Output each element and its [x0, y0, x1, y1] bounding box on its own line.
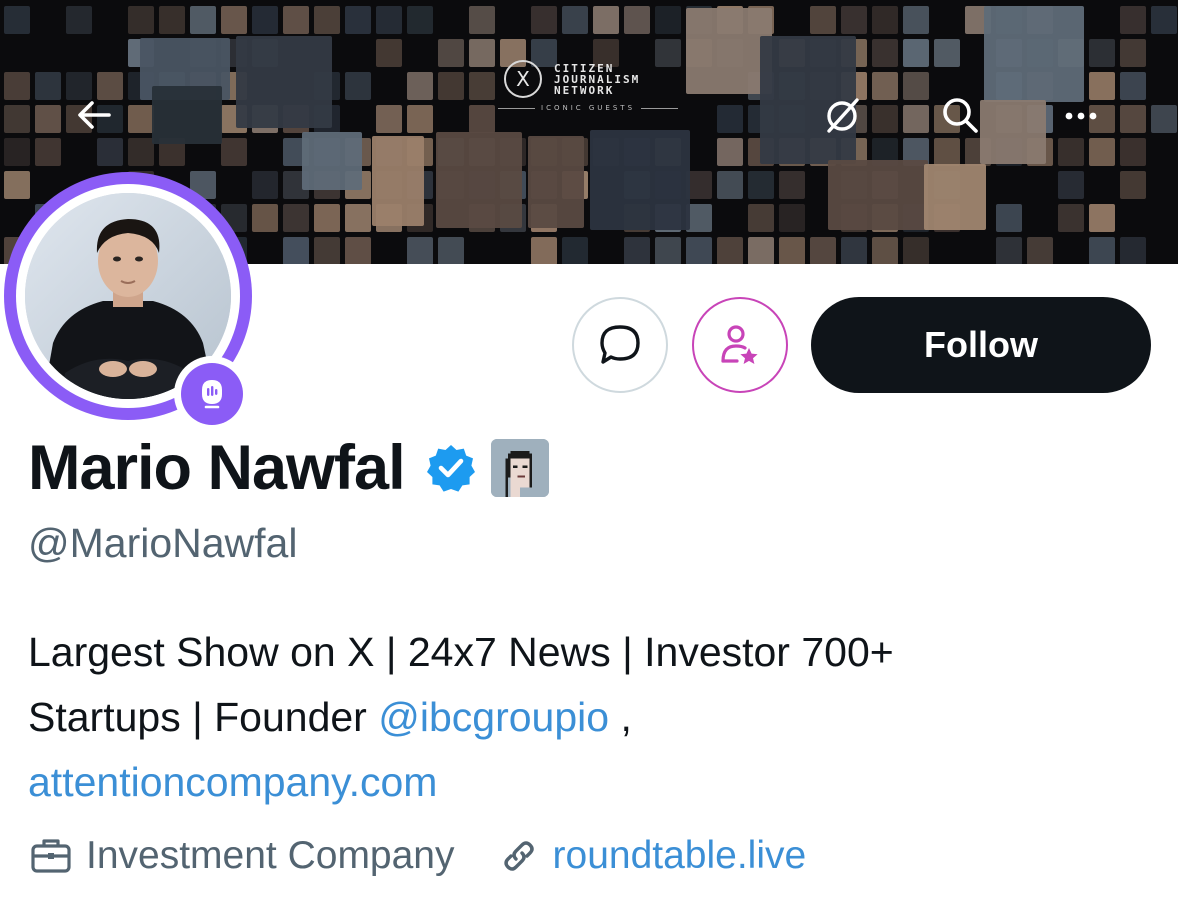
- back-button[interactable]: [70, 91, 118, 139]
- spaces-badge[interactable]: [174, 356, 250, 432]
- profile-name-row: Mario Nawfal: [28, 430, 549, 506]
- more-button[interactable]: [1057, 91, 1105, 139]
- microphone-icon: [202, 380, 222, 409]
- slashed-circle-icon: [827, 98, 859, 133]
- subscribe-button[interactable]: [692, 297, 788, 393]
- profile-website[interactable]: roundtable.live: [497, 834, 807, 878]
- grok-button[interactable]: [818, 91, 866, 139]
- message-button[interactable]: [572, 297, 668, 393]
- verified-badge-icon[interactable]: [425, 442, 477, 494]
- bio-mention-link[interactable]: @ibcgroupio: [378, 694, 609, 740]
- briefcase-icon: [31, 839, 71, 873]
- bio-line-3: attentioncompany.com: [28, 750, 1148, 815]
- display-name: Mario Nawfal: [28, 433, 406, 503]
- bio-line-1: Largest Show on X | 24x7 News | Investor…: [28, 629, 894, 675]
- category-label: Investment Company: [86, 834, 455, 877]
- message-bubble-icon: [600, 325, 640, 364]
- link-icon: [503, 841, 534, 871]
- search-icon: [943, 98, 978, 133]
- bio-website-link[interactable]: attentioncompany.com: [28, 759, 437, 805]
- network-logo-title: CITIZEN JOURNALISM NETWORK: [554, 62, 641, 97]
- search-button[interactable]: [936, 91, 984, 139]
- profile-bio: Largest Show on X | 24x7 News | Investor…: [28, 620, 1148, 815]
- profile-category: Investment Company: [28, 833, 455, 879]
- network-logo: X CITIZEN JOURNALISM NETWORK ICONIC GUES…: [498, 58, 679, 112]
- profile-handle: @MarioNawfal: [28, 520, 298, 566]
- arrow-left-icon: [78, 101, 111, 129]
- profile-meta-row: Investment Company roundtable.live: [28, 826, 806, 886]
- more-icon: [1065, 112, 1097, 120]
- pixel-avatar-icon[interactable]: [490, 439, 549, 497]
- follow-button[interactable]: Follow: [811, 297, 1151, 393]
- person-star-icon: [721, 325, 758, 364]
- bio-line-2: Startups | Founder @ibcgroupio ,: [28, 694, 632, 740]
- website-link[interactable]: roundtable.live: [553, 834, 807, 878]
- network-logo-subtitle: ICONIC GUESTS: [498, 104, 679, 112]
- x-logo-mark: X: [504, 60, 542, 98]
